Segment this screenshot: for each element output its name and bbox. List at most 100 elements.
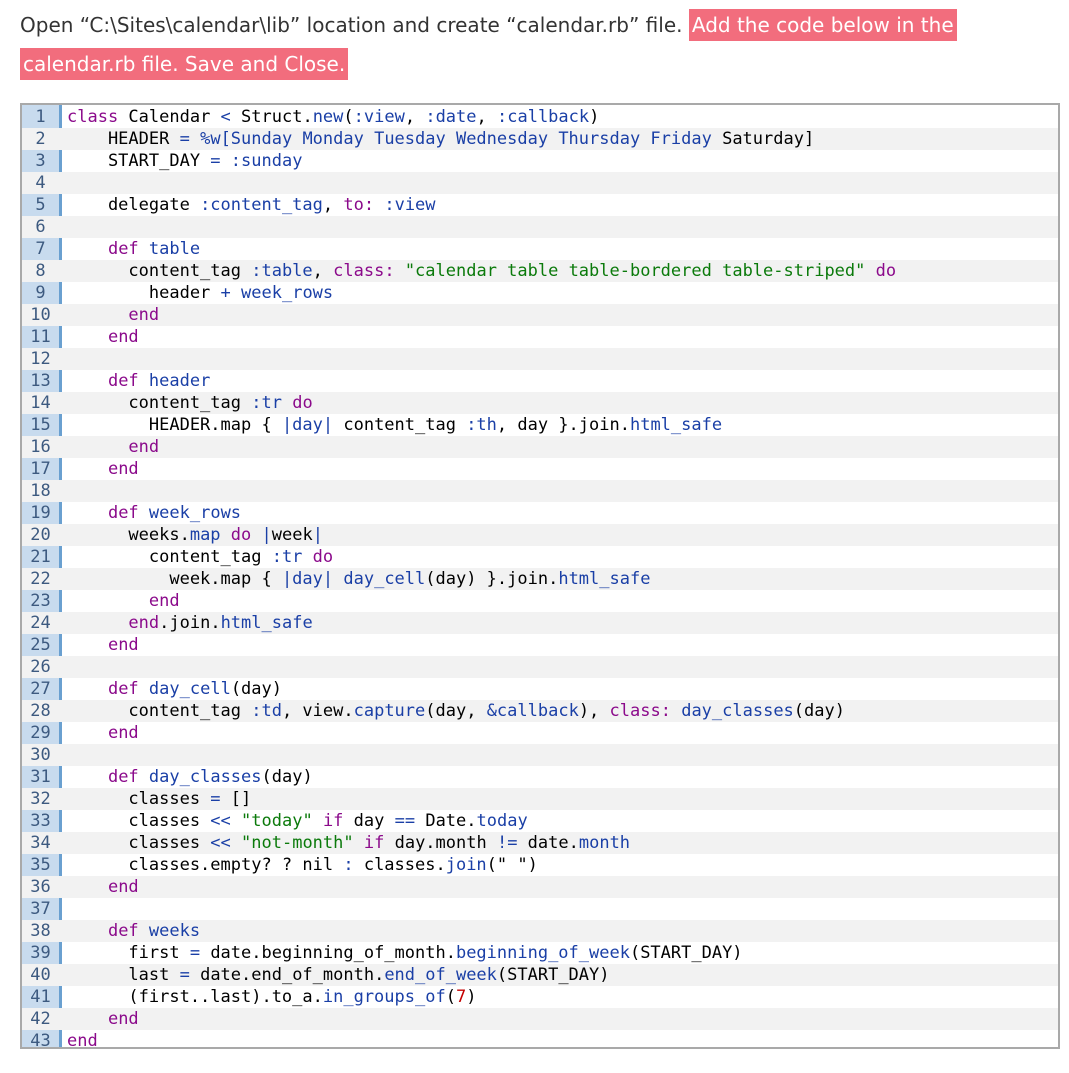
line-number: 41 [30, 987, 51, 1007]
code-token: Saturday] [711, 129, 815, 149]
code-text: classes.empty? ? nil : classes.join(" ") [67, 854, 1058, 876]
line-number: 38 [30, 921, 51, 941]
line-number: 13 [30, 371, 51, 391]
code-text: def header [67, 370, 1058, 392]
code-token: end [107, 877, 139, 897]
code-token: classes. [353, 855, 446, 875]
code-token: |day| [281, 569, 334, 589]
code-line: 25 end [22, 634, 1058, 656]
code-token: , view. [281, 701, 354, 721]
line-number: 18 [30, 481, 51, 501]
line-number: 3 [35, 151, 46, 171]
code-text: START_DAY = :sunday [67, 150, 1058, 172]
code-token: :th [466, 415, 497, 435]
code-token: content_tag [67, 547, 272, 567]
code-token: :td [251, 701, 282, 721]
line-number: 16 [30, 437, 51, 457]
code-token: if [363, 833, 385, 853]
code-token: date. [517, 833, 579, 853]
instruction-plain: Open “C:\Sites\calendar\lib” location an… [20, 13, 689, 37]
code-token: classes [67, 789, 211, 809]
code-token: 7 [455, 987, 467, 1007]
code-text: content_tag :tr do [67, 392, 1058, 414]
line-number: 27 [30, 679, 51, 699]
line-number: 26 [30, 657, 51, 677]
line-number: 30 [30, 745, 51, 765]
code-token: :table [251, 261, 313, 281]
code-token: def [107, 767, 139, 787]
code-token: day.month [384, 833, 497, 853]
code-token: def [107, 371, 139, 391]
code-text: week.map { |day| day_cell(day) }.join.ht… [67, 568, 1058, 590]
code-token: today [476, 811, 528, 831]
code-token: day_classes [148, 767, 262, 787]
code-line: 14 content_tag :tr do [22, 392, 1058, 414]
code-text: last = date.end_of_month.end_of_week(STA… [67, 964, 1058, 986]
code-token: def [107, 239, 139, 259]
code-token: , [404, 107, 426, 127]
code-token: day_cell [343, 569, 426, 589]
code-token: join [445, 855, 487, 875]
code-token: ( [445, 987, 456, 1007]
code-token: end [107, 635, 139, 655]
code-token: week.map { [67, 569, 282, 589]
line-number: 29 [30, 723, 51, 743]
code-text: end [67, 634, 1058, 656]
code-token: to: [343, 195, 375, 215]
code-text: end [67, 722, 1058, 744]
code-token: classes [67, 811, 211, 831]
code-text: def table [67, 238, 1058, 260]
code-token: |day| [281, 415, 334, 435]
code-token: header [148, 371, 211, 391]
code-text: end [67, 1030, 1058, 1047]
code-line: 16 end [22, 436, 1058, 458]
code-token: content_tag [67, 393, 252, 413]
code-line: 28 content_tag :td, view.capture(day, &c… [22, 700, 1058, 722]
code-token: :sunday [230, 151, 303, 171]
line-number: 34 [30, 833, 51, 853]
code-token: &callback [486, 701, 579, 721]
code-line: 1 class Calendar < Struct.new(:view, :dat… [22, 106, 1058, 128]
code-text: end [67, 304, 1058, 326]
line-number: 25 [30, 635, 51, 655]
code-text: end [67, 458, 1058, 480]
code-token: START_DAY [67, 151, 211, 171]
line-number: 20 [30, 525, 51, 545]
code-token: content_tag [333, 415, 467, 435]
code-token: def [107, 921, 139, 941]
code-line: 2 HEADER = %w[Sunday Monday Tuesday Wedn… [22, 128, 1058, 150]
code-line: 6 [22, 216, 1058, 238]
code-token: ), [578, 701, 610, 721]
code-token: :tr [271, 547, 303, 567]
code-text: (first..last).to_a.in_groups_of(7) [67, 986, 1058, 1008]
code-text: def week_rows [67, 502, 1058, 524]
code-text: classes << "not-month" if day.month != d… [67, 832, 1058, 854]
code-token: Calendar [118, 107, 221, 127]
code-token: day_cell [148, 679, 231, 699]
code-token: :tr [251, 393, 282, 413]
code-line: 35 classes.empty? ? nil : classes.join("… [22, 854, 1058, 876]
code-line: 15 HEADER.map { |day| content_tag :th, d… [22, 414, 1058, 436]
line-number: 10 [30, 305, 51, 325]
code-token: HEADER [67, 129, 180, 149]
code-text: content_tag :tr do [67, 546, 1058, 568]
code-line: 7 def table [22, 238, 1058, 260]
code-token: html_safe [220, 613, 313, 633]
code-line: 34 classes << "not-month" if day.month !… [22, 832, 1058, 854]
code-token: capture [353, 701, 426, 721]
code-line: 18 [22, 480, 1058, 502]
code-token: , [322, 195, 344, 215]
code-token: beginning_of_week [455, 943, 630, 963]
code-token: classes.empty? ? nil [67, 855, 344, 875]
code-token: class: [609, 701, 671, 721]
code-text: HEADER = %w[Sunday Monday Tuesday Wednes… [67, 128, 1058, 150]
